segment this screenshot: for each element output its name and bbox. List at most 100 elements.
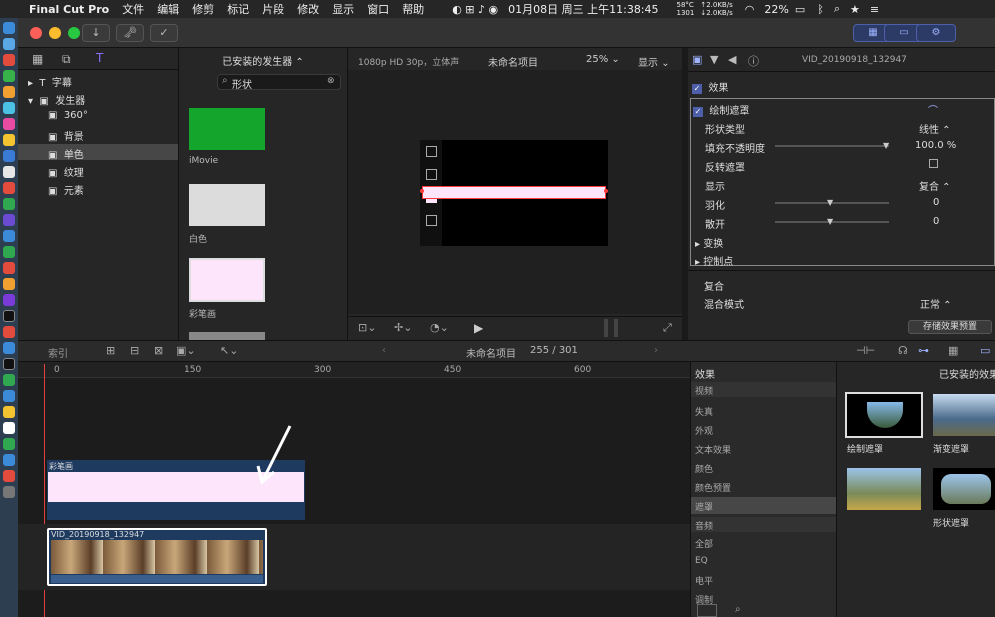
thumb-imovie[interactable]: [189, 108, 265, 150]
category-text-effects[interactable]: 文本效果: [695, 443, 731, 456]
menu-clip[interactable]: 片段: [262, 1, 284, 17]
safari-icon[interactable]: [3, 38, 15, 50]
sidebar-item-elements[interactable]: ▣ 元素: [48, 182, 84, 197]
audio-inspector-icon[interactable]: ◀: [728, 53, 736, 66]
shape-type-menu[interactable]: 线性 ⌃: [919, 121, 951, 136]
video-clip[interactable]: VID_20190918_132947: [47, 528, 267, 586]
clock[interactable]: 01月08日 周三 上午11:38:45: [508, 1, 658, 17]
category-color[interactable]: 颜色: [695, 462, 713, 475]
thumb-crayon[interactable]: [189, 258, 265, 302]
app-icon-blue[interactable]: [3, 150, 15, 162]
transform-icon[interactable]: ⊡⌄: [358, 321, 376, 334]
effects-browser-icon[interactable]: ▭: [980, 344, 990, 357]
timeline-ruler[interactable]: 0 150 300 450 600: [18, 362, 690, 378]
select-tool-icon[interactable]: ↖⌄: [220, 344, 238, 357]
app-icon-yellow[interactable]: [3, 134, 15, 146]
slider-knob-icon[interactable]: ▼: [827, 198, 833, 207]
falloff-value[interactable]: 0: [933, 216, 939, 227]
search-input[interactable]: 形状: [232, 76, 252, 91]
category-audio[interactable]: 音频: [695, 519, 713, 532]
app-icon-red2[interactable]: [3, 182, 15, 194]
menu-list-icon[interactable]: ≡: [870, 3, 879, 16]
append-clip-icon[interactable]: ⊠: [154, 344, 163, 357]
category-looks[interactable]: 外观: [695, 424, 713, 437]
overwrite-clip-icon[interactable]: ▣⌄: [176, 344, 196, 357]
save-effects-preset-button[interactable]: 存储效果预置: [908, 320, 992, 334]
invert-mask-checkbox[interactable]: [929, 159, 938, 168]
sidebar-item-backgrounds[interactable]: ▣ 背景: [48, 128, 84, 143]
slider-knob-icon[interactable]: ▼: [827, 217, 833, 226]
control-point[interactable]: [420, 189, 424, 193]
speed-icon[interactable]: ◔⌄: [430, 321, 449, 334]
clapper-icon[interactable]: ▦: [32, 52, 43, 66]
zoom-menu[interactable]: 25% ⌄: [586, 54, 620, 65]
headphones-icon[interactable]: ☊: [898, 344, 908, 357]
index-button[interactable]: 索引: [48, 345, 68, 360]
display-menu[interactable]: 显示 ⌄: [638, 54, 670, 69]
show-inspector-button[interactable]: ⚙: [916, 24, 956, 42]
app-icon-purple2[interactable]: [3, 294, 15, 306]
thumb-white[interactable]: [189, 184, 265, 226]
minimize-window-button[interactable]: [49, 27, 61, 39]
app-icon-yellow2[interactable]: [3, 406, 15, 418]
fill-opacity-value[interactable]: 100.0 %: [915, 140, 956, 151]
app-icon-red4[interactable]: [3, 326, 15, 338]
disclosure-triangle-icon[interactable]: ▸: [695, 257, 700, 268]
search-icon[interactable]: ⌕: [834, 2, 840, 16]
sidebar-item-titles[interactable]: ▸ T 字幕: [28, 74, 72, 89]
disclosure-triangle-icon[interactable]: ▸: [28, 78, 33, 89]
app-icon-red5[interactable]: [3, 470, 15, 482]
menu-edit[interactable]: 编辑: [157, 1, 179, 17]
effect-gradient-mask[interactable]: [933, 394, 995, 436]
insert-clip-icon[interactable]: ⊟: [130, 344, 139, 357]
app-icon-blue3[interactable]: [3, 342, 15, 354]
app-icon-green[interactable]: [3, 70, 15, 82]
mask-header[interactable]: ✓ 绘制遮罩: [693, 102, 749, 117]
browser-header[interactable]: 已安装的发生器 ⌃: [184, 53, 342, 68]
audio-skimming-icon[interactable]: ⊣⊢: [856, 344, 875, 357]
history-back-icon[interactable]: ‹: [382, 345, 386, 356]
slider-knob-icon[interactable]: ▼: [883, 141, 889, 150]
app-icon-purple[interactable]: [3, 214, 15, 226]
category-all[interactable]: 全部: [695, 537, 713, 550]
connect-clip-icon[interactable]: ⊞: [106, 344, 115, 357]
opacity-slider[interactable]: [775, 145, 889, 147]
battery-icon[interactable]: ▭: [795, 3, 805, 16]
app-icon-blue5[interactable]: [3, 454, 15, 466]
disclosure-triangle-icon[interactable]: ▾: [28, 96, 33, 107]
sidebar-item-generators[interactable]: ▾ ▣ 发生器: [28, 92, 85, 107]
menu-mark[interactable]: 标记: [227, 1, 249, 17]
category-video[interactable]: 视频: [695, 384, 713, 397]
app-icon-green3[interactable]: [3, 246, 15, 258]
close-window-button[interactable]: [30, 27, 42, 39]
keywords-button[interactable]: 🗝: [116, 24, 144, 42]
category-masks[interactable]: 遮罩: [695, 500, 713, 513]
mask-shape[interactable]: [422, 186, 606, 199]
blend-mode-menu[interactable]: 正常 ⌃: [920, 296, 952, 311]
category-color-presets[interactable]: 颜色预置: [695, 481, 731, 494]
effect-shape-mask[interactable]: [933, 468, 995, 510]
app-icon-green5[interactable]: [3, 438, 15, 450]
wifi-icon[interactable]: ◠: [745, 3, 755, 16]
sidebar-item-solids[interactable]: ▣ 单色: [48, 146, 84, 161]
app-icon-green2[interactable]: [3, 198, 15, 210]
finder-icon[interactable]: [3, 22, 15, 34]
star-icon[interactable]: ★: [850, 3, 860, 16]
app-icon-terminal[interactable]: [3, 358, 15, 370]
app-icon-cyan[interactable]: [3, 102, 15, 114]
app-icon-green4[interactable]: [3, 374, 15, 386]
mask-pen-icon[interactable]: ⌒: [928, 102, 938, 117]
viewer-canvas[interactable]: [348, 70, 682, 314]
titles-generators-icon[interactable]: T: [96, 51, 103, 65]
display-mode-menu[interactable]: 复合 ⌃: [919, 178, 951, 193]
background-tasks-button[interactable]: ✓: [150, 24, 178, 42]
clip-appearance-icon[interactable]: ▦: [948, 344, 958, 357]
app-menu[interactable]: Final Cut Pro: [29, 3, 109, 16]
app-icon-white[interactable]: [3, 166, 15, 178]
app-icon-pink[interactable]: [3, 118, 15, 130]
menu-trim[interactable]: 修剪: [192, 1, 214, 17]
category-levels[interactable]: 电平: [695, 574, 713, 587]
effect-draw-mask[interactable]: [845, 392, 923, 438]
control-point[interactable]: [604, 189, 608, 193]
sidebar-item-360[interactable]: ▣ 360°: [48, 110, 88, 121]
